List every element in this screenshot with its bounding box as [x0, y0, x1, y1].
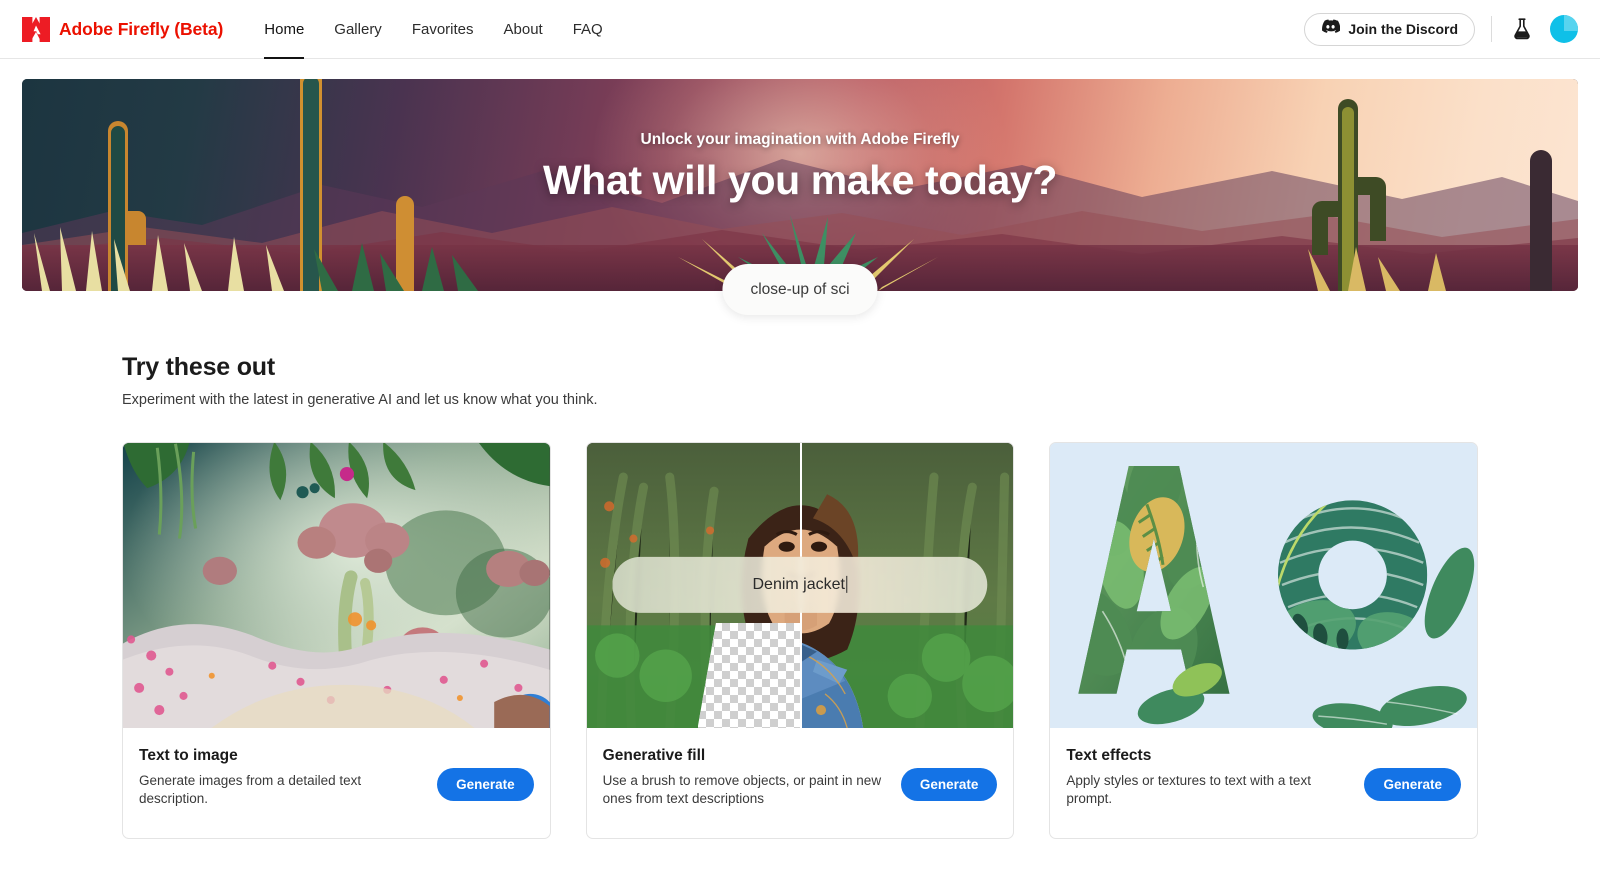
join-discord-button[interactable]: Join the Discord: [1304, 12, 1475, 46]
nav-item-gallery[interactable]: Gallery: [319, 0, 397, 59]
section-subtitle: Experiment with the latest in generative…: [122, 392, 598, 408]
card-title: Generative fill: [602, 747, 706, 764]
generate-button-text-effects[interactable]: Generate: [1364, 768, 1462, 801]
header-actions: Join the Discord: [1304, 12, 1578, 46]
card-title: Text effects: [1066, 747, 1152, 764]
nav-item-favorites[interactable]: Favorites: [397, 0, 489, 59]
hero-kicker: Unlock your imagination with Adobe Firef…: [640, 131, 960, 148]
page-title: Try these out: [122, 353, 275, 381]
header-divider: [1491, 16, 1492, 42]
text-cursor: [845, 575, 848, 593]
app-header: Adobe Firefly (Beta) Home Gallery Favori…: [0, 0, 1600, 59]
join-discord-label: Join the Discord: [1348, 21, 1458, 37]
try-these-out-section: Try these out Experiment with the latest…: [0, 291, 1600, 839]
card-description: Generate images from a detailed text des…: [139, 773, 362, 807]
brand[interactable]: Adobe Firefly (Beta): [22, 16, 224, 42]
hero-section: Unlock your imagination with Adobe Firef…: [0, 59, 1600, 315]
generative-fill-prompt-text: Denim jacket: [752, 575, 845, 593]
card-media-generative-fill: Denim jacket: [586, 443, 1014, 728]
feature-card-text-effects[interactable]: Text effects Apply styles or textures to…: [1049, 442, 1479, 839]
desert-grass: [1308, 247, 1446, 291]
feature-card-list: Text to image Generate images from a det…: [0, 442, 1600, 839]
brand-name: Adobe Firefly (Beta): [59, 18, 224, 39]
card-description: Apply styles or textures to text with a …: [1066, 773, 1311, 807]
card-body-text-to-image: Text to image Generate images from a det…: [123, 728, 550, 838]
card-body-text-effects: Text effects Apply styles or textures to…: [1050, 728, 1477, 838]
card-description: Use a brush to remove objects, or paint …: [602, 773, 882, 807]
feature-card-generative-fill[interactable]: Denim jacket Generative fill Use a brush…: [585, 442, 1015, 839]
hero-copy: Unlock your imagination with Adobe Firef…: [22, 131, 1578, 204]
card-media-text-effects: [1050, 443, 1478, 728]
generate-button-text-to-image[interactable]: Generate: [437, 768, 534, 801]
feature-card-text-to-image[interactable]: Text to image Generate images from a det…: [122, 442, 551, 839]
card-body-generative-fill: Generative fill Use a brush to remove ob…: [587, 728, 1014, 838]
user-avatar[interactable]: [1550, 15, 1578, 43]
main-nav: Home Gallery Favorites About FAQ: [249, 0, 617, 59]
hero-prompt-text: close-up of sci: [750, 280, 850, 298]
card-media-text-to-image: [123, 443, 550, 728]
generative-fill-prompt-pill[interactable]: Denim jacket: [612, 556, 988, 613]
generate-button-generative-fill[interactable]: Generate: [900, 768, 998, 801]
succulent-foliage: [34, 227, 478, 291]
hero-banner: Unlock your imagination with Adobe Firef…: [22, 79, 1578, 291]
nav-item-about[interactable]: About: [489, 0, 558, 59]
hero-title: What will you make today?: [543, 157, 1057, 203]
card-title: Text to image: [139, 747, 238, 764]
nav-item-home[interactable]: Home: [249, 0, 319, 59]
adobe-a-logo-icon: [22, 16, 50, 42]
hero-prompt-pill[interactable]: close-up of sci: [722, 264, 878, 315]
discord-icon: [1321, 19, 1341, 39]
nav-item-faq[interactable]: FAQ: [558, 0, 618, 59]
flask-icon[interactable]: [1508, 15, 1536, 43]
